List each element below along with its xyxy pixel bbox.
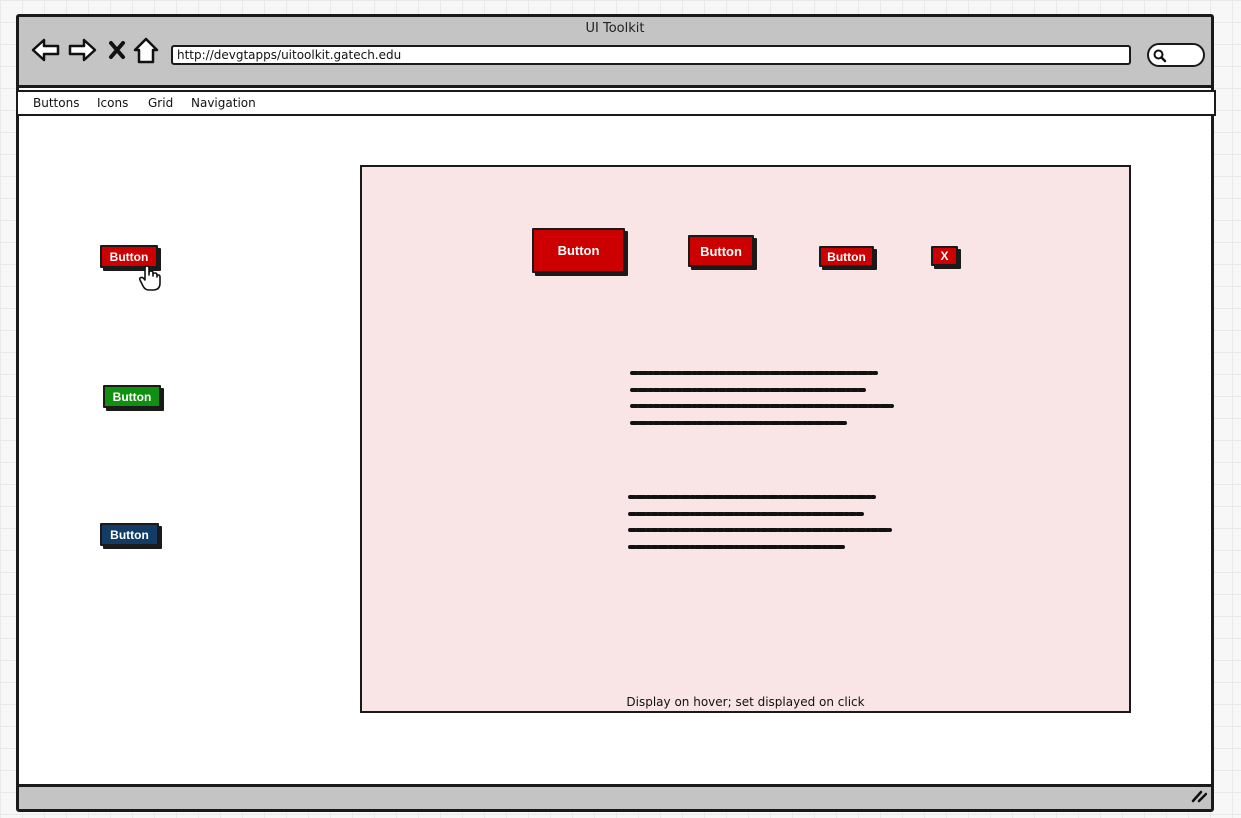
forward-arrow-icon[interactable]: [67, 37, 97, 63]
navy-button[interactable]: Button: [100, 523, 159, 546]
resize-grip-icon[interactable]: [1191, 788, 1208, 807]
search-icon: [1153, 49, 1167, 63]
green-button[interactable]: Button: [103, 385, 161, 408]
menu-bar: Buttons Icons Grid Navigation: [16, 90, 1216, 116]
menu-item-grid[interactable]: Grid: [148, 96, 173, 110]
menu-item-navigation[interactable]: Navigation: [191, 96, 256, 110]
menu-item-icons[interactable]: Icons: [97, 96, 128, 110]
hand-cursor-icon: [137, 264, 163, 296]
large-button[interactable]: Button: [532, 228, 625, 273]
address-bar[interactable]: http://devgtapps/uitoolkit.gatech.edu: [171, 45, 1131, 65]
title-bar: UI Toolkit http://devgtapps/uitoolkit.ga…: [19, 17, 1211, 88]
window-title: UI Toolkit: [585, 21, 645, 36]
status-bar: [19, 784, 1211, 809]
stop-icon[interactable]: [108, 40, 126, 60]
placeholder-text-block: [630, 371, 894, 425]
small-button[interactable]: Button: [819, 246, 874, 267]
search-field[interactable]: [1147, 43, 1205, 67]
home-icon[interactable]: [133, 37, 159, 65]
browser-window: UI Toolkit http://devgtapps/uitoolkit.ga…: [16, 14, 1216, 812]
placeholder-text-block: [628, 495, 892, 549]
panel-caption: Display on hover; set displayed on click: [626, 695, 865, 709]
close-x-button[interactable]: X: [931, 246, 958, 266]
hover-demo-panel: Button Button Button X Display on hover;…: [360, 165, 1131, 713]
menu-item-buttons[interactable]: Buttons: [33, 96, 79, 110]
medium-button[interactable]: Button: [688, 235, 754, 267]
back-arrow-icon[interactable]: [31, 37, 61, 63]
